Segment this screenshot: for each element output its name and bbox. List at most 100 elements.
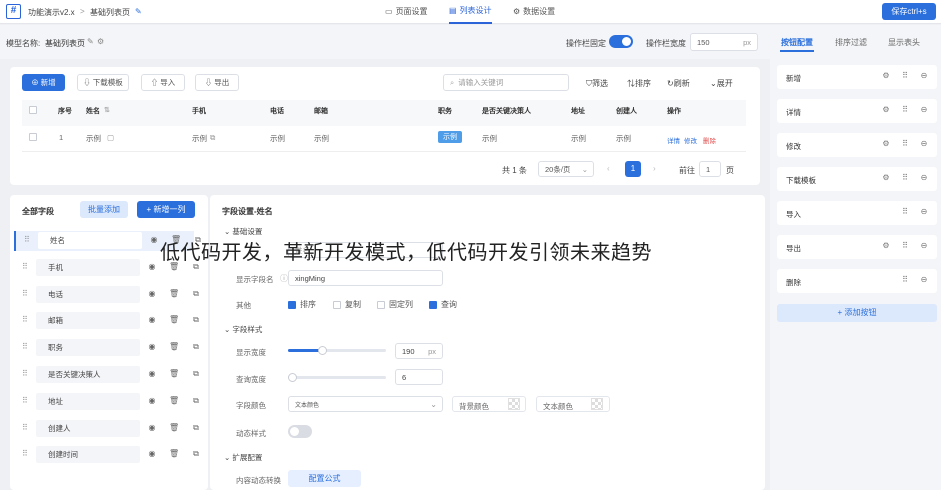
- detail-icon[interactable]: ▢: [107, 133, 114, 142]
- option-copy-checkbox[interactable]: 复制: [333, 299, 361, 310]
- page-number-current[interactable]: 1: [625, 161, 641, 177]
- drag-handle-icon[interactable]: ⠿: [900, 139, 910, 149]
- next-page-button[interactable]: ›: [653, 164, 656, 173]
- action-button-config[interactable]: 删除 ⠿ ⊖: [777, 269, 937, 293]
- edit-icon[interactable]: ✎: [135, 7, 142, 16]
- search-input[interactable]: ⌕ 请输入关键词: [443, 74, 569, 91]
- drag-handle-icon[interactable]: ⠿: [900, 71, 910, 81]
- drag-handle-icon[interactable]: ⠿: [900, 105, 910, 115]
- query-width-slider[interactable]: [288, 373, 386, 382]
- field-item[interactable]: ⠿ 邮箱 ◉ 🗑 ⧉: [14, 311, 199, 331]
- sort-icon[interactable]: ⇅: [104, 106, 110, 114]
- eye-icon[interactable]: ◉: [147, 262, 157, 272]
- drag-handle-icon[interactable]: ⠿: [22, 289, 28, 298]
- drag-handle-icon[interactable]: ⠿: [900, 207, 910, 217]
- eye-icon[interactable]: ◉: [147, 396, 157, 406]
- remove-icon[interactable]: ⊖: [919, 241, 929, 251]
- eye-icon[interactable]: ◉: [149, 235, 159, 245]
- copy-icon[interactable]: ⧉: [191, 396, 201, 406]
- settings-icon[interactable]: ⚙: [881, 105, 891, 115]
- display-name-input[interactable]: xingMing: [288, 270, 443, 286]
- field-item[interactable]: ⠿ 职务 ◉ 🗑 ⧉: [14, 338, 199, 358]
- download-template-button[interactable]: ⇩ 下载模板: [77, 74, 129, 91]
- row-checkbox[interactable]: [29, 132, 41, 141]
- eye-icon[interactable]: ◉: [147, 449, 157, 459]
- drag-handle-icon[interactable]: ⠿: [22, 449, 28, 458]
- copy-icon[interactable]: ⧉: [191, 423, 201, 433]
- copy-icon[interactable]: ⧉: [191, 449, 201, 459]
- drag-handle-icon[interactable]: ⠿: [22, 315, 28, 324]
- config-formula-button[interactable]: 配置公式: [288, 470, 361, 487]
- style-section-header[interactable]: ⌄ 字段样式: [224, 324, 262, 335]
- font-color-select[interactable]: 文本颜色 ⌄: [288, 396, 443, 412]
- trash-icon[interactable]: 🗑: [169, 396, 179, 406]
- display-width-slider[interactable]: [288, 346, 386, 355]
- field-item[interactable]: ⠿ 创建时间 ◉ 🗑 ⧉: [14, 445, 199, 465]
- slider-knob[interactable]: [288, 373, 297, 382]
- delete-link[interactable]: 删除: [703, 135, 716, 145]
- import-button[interactable]: ⇧ 导入: [141, 74, 185, 91]
- header-checkbox[interactable]: [29, 105, 41, 114]
- prev-page-button[interactable]: ‹: [607, 164, 610, 173]
- field-item[interactable]: ⠿ 创建人 ◉ 🗑 ⧉: [14, 419, 199, 439]
- option-sort-checkbox[interactable]: 排序: [288, 299, 316, 310]
- add-action-button[interactable]: + 添加按钮: [777, 304, 937, 322]
- query-width-input[interactable]: 6: [395, 369, 443, 385]
- drag-handle-icon[interactable]: ⠿: [22, 423, 28, 432]
- drag-handle-icon[interactable]: ⠿: [900, 173, 910, 183]
- drag-handle-icon[interactable]: ⠿: [900, 275, 910, 285]
- settings-icon[interactable]: ⚙: [97, 37, 104, 46]
- action-button-config[interactable]: 修改 ⚙ ⠿ ⊖: [777, 133, 937, 157]
- option-query-checkbox[interactable]: 查询: [429, 299, 457, 310]
- copy-icon[interactable]: ⧉: [191, 315, 201, 325]
- column-width-input[interactable]: 150 px: [690, 33, 758, 51]
- edit-link[interactable]: 修改: [684, 135, 697, 145]
- drag-handle-icon[interactable]: ⠿: [22, 396, 28, 405]
- add-button[interactable]: ⊕ 新增: [22, 74, 65, 91]
- extend-section-header[interactable]: ⌄ 扩展配置: [224, 452, 262, 463]
- eye-icon[interactable]: ◉: [147, 423, 157, 433]
- option-fixed-checkbox[interactable]: 固定列: [377, 299, 413, 310]
- copy-icon[interactable]: ⧉: [210, 133, 215, 143]
- trash-icon[interactable]: 🗑: [169, 423, 179, 433]
- expand-button[interactable]: ⌄展开: [710, 78, 733, 89]
- tab-list-design[interactable]: ▤ 列表设计: [449, 0, 492, 24]
- trash-icon[interactable]: 🗑: [169, 449, 179, 459]
- drag-handle-icon[interactable]: ⠿: [22, 262, 28, 271]
- goto-input[interactable]: 1: [699, 161, 721, 177]
- remove-icon[interactable]: ⊖: [919, 105, 929, 115]
- settings-icon[interactable]: ⚙: [881, 139, 891, 149]
- breadcrumb-app[interactable]: 功能演示v2.x: [28, 7, 75, 18]
- filter-button[interactable]: ⛉筛选: [586, 78, 608, 89]
- trash-icon[interactable]: 🗑: [169, 342, 179, 352]
- drag-handle-icon[interactable]: ⠿: [22, 342, 28, 351]
- refresh-button[interactable]: ↻刷新: [667, 78, 690, 89]
- trash-icon[interactable]: 🗑: [169, 369, 179, 379]
- remove-icon[interactable]: ⊖: [919, 139, 929, 149]
- header-fixed-toggle[interactable]: [609, 35, 633, 48]
- dynamic-style-toggle[interactable]: [288, 425, 312, 438]
- drag-handle-icon[interactable]: ⠿: [24, 235, 30, 244]
- trash-icon[interactable]: 🗑: [169, 315, 179, 325]
- save-button[interactable]: 保存ctrl+s: [882, 3, 936, 20]
- copy-icon[interactable]: ⧉: [191, 369, 201, 379]
- tab-button-config[interactable]: 按钮配置: [781, 37, 813, 48]
- add-column-button[interactable]: + 新增一列: [137, 201, 195, 218]
- detail-link[interactable]: 详情: [667, 135, 680, 145]
- tab-page-settings[interactable]: ▭ 页面设置: [385, 0, 428, 24]
- action-button-config[interactable]: 下载模板 ⚙ ⠿ ⊖: [777, 167, 937, 191]
- action-button-config[interactable]: 导出 ⚙ ⠿ ⊖: [777, 235, 937, 259]
- sort-button[interactable]: ⇅排序: [627, 78, 651, 89]
- batch-add-button[interactable]: 批量添加: [80, 201, 128, 218]
- tab-sort-filter[interactable]: 排序过滤: [835, 37, 867, 48]
- trash-icon[interactable]: 🗑: [169, 289, 179, 299]
- copy-icon[interactable]: ⧉: [191, 289, 201, 299]
- eye-icon[interactable]: ◉: [147, 315, 157, 325]
- eye-icon[interactable]: ◉: [147, 289, 157, 299]
- export-button[interactable]: ⇩ 导出: [195, 74, 239, 91]
- action-button-config[interactable]: 详情 ⚙ ⠿ ⊖: [777, 99, 937, 123]
- remove-icon[interactable]: ⊖: [919, 71, 929, 81]
- edit-icon[interactable]: ✎: [87, 37, 94, 46]
- remove-icon[interactable]: ⊖: [919, 275, 929, 285]
- field-item[interactable]: ⠿ 地址 ◉ 🗑 ⧉: [14, 392, 199, 412]
